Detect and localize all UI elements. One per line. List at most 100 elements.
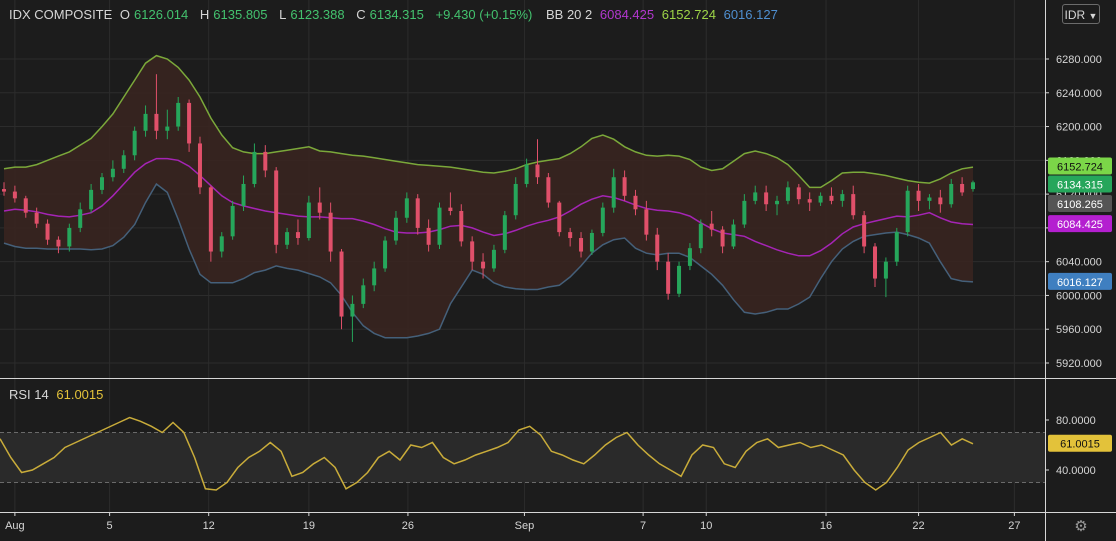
- candle-body: [426, 227, 431, 245]
- candle-body: [448, 207, 453, 211]
- bb-lower-value: 6016.127: [723, 7, 778, 22]
- candle-body: [208, 187, 213, 252]
- open-value: 6126.014: [134, 7, 189, 22]
- candle-body: [938, 197, 943, 205]
- candle-body: [491, 249, 496, 269]
- candle-body: [241, 183, 246, 206]
- candle-body: [883, 261, 888, 279]
- candle-body: [579, 238, 584, 252]
- chart-canvas[interactable]: 6280.0006240.0006200.0006160.0006120.000…: [0, 0, 1116, 541]
- x-tick-label: Aug: [5, 520, 25, 532]
- rsi-label: RSI 14: [9, 387, 49, 402]
- candle-body: [916, 190, 921, 201]
- y-tick-label: 5960.000: [1056, 324, 1102, 336]
- candle-body: [753, 192, 758, 201]
- candle-body: [252, 151, 257, 184]
- y-tick-label: 5920.000: [1056, 358, 1102, 370]
- candle-body: [110, 168, 115, 178]
- x-tick-label: 16: [820, 520, 832, 532]
- change-value: +9.430 (+0.15%): [435, 7, 533, 22]
- currency-button[interactable]: IDR ▼: [1062, 4, 1100, 24]
- candle-body: [470, 241, 475, 262]
- x-tick-label: 7: [640, 520, 646, 532]
- candle-body: [317, 202, 322, 213]
- candle-body: [687, 248, 692, 266]
- candle-body: [546, 177, 551, 203]
- candle-body: [589, 232, 594, 252]
- rsi-pane: [0, 416, 1045, 491]
- candle-body: [121, 155, 126, 169]
- bb-middle-value: 6084.425: [599, 7, 655, 22]
- candle-body: [666, 261, 671, 294]
- currency-label: IDR: [1064, 8, 1086, 22]
- candle-body: [840, 194, 845, 201]
- main-legend: IDX COMPOSITE O 6126.014 H 6135.805 L 6123.…: [9, 6, 782, 24]
- rsi-y-tick-label: 40.0000: [1056, 465, 1096, 477]
- candle-body: [862, 215, 867, 247]
- rsi-y-tick-label: 80.0000: [1056, 415, 1096, 427]
- candle-body: [219, 236, 224, 252]
- candle-body: [89, 189, 94, 210]
- price-label-text: 6134.315: [1057, 179, 1103, 191]
- candle-body: [622, 177, 627, 196]
- candle-body: [535, 164, 540, 178]
- rsi-legend: RSI 14 61.0015: [9, 386, 103, 404]
- low-label: L: [279, 7, 287, 22]
- candle-body: [132, 130, 137, 156]
- candle-body: [328, 212, 333, 252]
- x-tick-label: 10: [700, 520, 712, 532]
- candle-body: [197, 143, 202, 188]
- x-tick-label: 19: [303, 520, 315, 532]
- candle-body: [764, 192, 769, 205]
- candle-body: [502, 215, 507, 250]
- candle-body: [971, 182, 975, 190]
- candle-body: [633, 195, 638, 210]
- y-tick-label: 6200.000: [1056, 122, 1102, 134]
- candle-body: [187, 102, 192, 144]
- candle-body: [731, 224, 736, 247]
- y-tick-label: 6000.000: [1056, 290, 1102, 302]
- candle-body: [568, 232, 573, 239]
- candle-body: [709, 223, 714, 230]
- candle-body: [775, 200, 780, 205]
- x-tick-label: 27: [1008, 520, 1020, 532]
- candle-body: [894, 232, 899, 262]
- price-label-text: 6152.724: [1057, 161, 1103, 173]
- x-tick-label: 5: [107, 520, 113, 532]
- candle-body: [720, 229, 725, 247]
- bb-upper-value: 6152.724: [661, 7, 716, 22]
- candle-body: [949, 183, 954, 205]
- rsi-value-tag-text: 61.0015: [1060, 439, 1100, 451]
- close-value: 6134.315: [369, 7, 424, 22]
- candle-body: [34, 212, 39, 224]
- high-label: H: [199, 7, 210, 22]
- rsi-band-fill: [0, 432, 1045, 483]
- candle-body: [165, 126, 170, 131]
- candle-body: [644, 209, 649, 235]
- rsi-value: 61.0015: [56, 387, 104, 402]
- candle-body: [154, 113, 159, 131]
- candle-body: [677, 265, 682, 294]
- candle-body: [818, 195, 823, 203]
- candle-body: [306, 202, 311, 239]
- candle-body: [796, 187, 801, 200]
- candle-body: [524, 164, 529, 184]
- candle-body: [99, 177, 104, 190]
- candle-body: [295, 232, 300, 239]
- candle-body: [372, 268, 377, 286]
- candle-body: [350, 303, 355, 317]
- candle-body: [960, 183, 965, 193]
- candle-body: [56, 239, 61, 247]
- gear-icon[interactable]: ⚙: [1072, 518, 1090, 536]
- candle-body: [481, 261, 486, 269]
- candle-body: [557, 202, 562, 233]
- high-value: 6135.805: [213, 7, 268, 22]
- x-tick-label: 12: [203, 520, 215, 532]
- candle-body: [742, 200, 747, 225]
- candle-body: [23, 198, 28, 213]
- price-label-text: 6016.127: [1057, 277, 1103, 289]
- candle-body: [393, 217, 398, 241]
- price-label-text: 6108.265: [1057, 199, 1103, 211]
- bb-label: BB 20 2: [545, 7, 593, 22]
- candle-body: [404, 198, 409, 218]
